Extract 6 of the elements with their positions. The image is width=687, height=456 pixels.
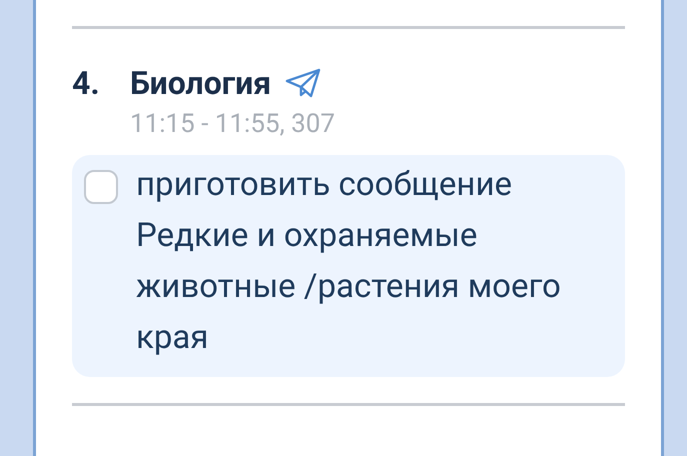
lesson-number: 4. [72, 64, 101, 102]
task-text: приготовить сообщение Редкие и охраняемые животные /растения моего края [136, 164, 562, 359]
checkbox[interactable] [84, 170, 118, 204]
lesson-time: 11:15 - 11:55, 307 [130, 109, 336, 141]
subject-title: Биология [130, 64, 272, 102]
paper-plane-icon[interactable] [285, 68, 322, 98]
